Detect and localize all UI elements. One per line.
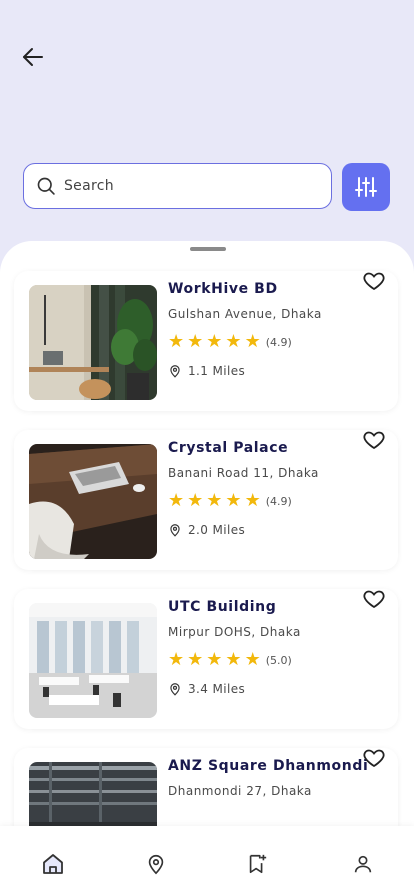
star-icon: ★ bbox=[187, 649, 204, 670]
star-icon: ★ bbox=[187, 490, 204, 511]
listing-address: Banani Road 11, Dhaka bbox=[168, 466, 319, 480]
listing-rating: ★ ★ ★ ★ ★ (5.0) bbox=[168, 651, 292, 669]
star-icon: ★ bbox=[187, 331, 204, 352]
heart-icon bbox=[363, 749, 385, 768]
listing-image bbox=[29, 444, 157, 559]
heart-icon bbox=[363, 590, 385, 609]
listing-image bbox=[29, 285, 157, 400]
search-input[interactable] bbox=[62, 177, 306, 195]
listing-name: UTC Building bbox=[168, 599, 277, 615]
listing-distance: 3.4 Miles bbox=[168, 681, 245, 697]
home-icon bbox=[43, 854, 63, 874]
star-icon: ★ bbox=[168, 649, 185, 670]
listing-name: WorkHive BD bbox=[168, 281, 278, 297]
star-icon: ★ bbox=[206, 649, 223, 670]
nav-home[interactable] bbox=[39, 850, 67, 878]
favorite-button[interactable] bbox=[362, 587, 388, 613]
listing-card[interactable]: UTC Building Mirpur DOHS, Dhaka ★ ★ ★ ★ … bbox=[14, 589, 398, 729]
listing-sheet: WorkHive BD Gulshan Avenue, Dhaka ★ ★ ★ … bbox=[0, 241, 414, 896]
listing-card[interactable]: Crystal Palace Banani Road 11, Dhaka ★ ★… bbox=[14, 430, 398, 570]
distance-text: 3.4 Miles bbox=[188, 682, 246, 696]
listing-image bbox=[29, 603, 157, 718]
map-pin-icon bbox=[170, 524, 180, 537]
favorite-button[interactable] bbox=[362, 269, 388, 295]
star-icon: ★ bbox=[244, 490, 261, 511]
star-icon: ★ bbox=[168, 490, 185, 511]
distance-text: 1.1 Miles bbox=[188, 364, 246, 378]
favorite-button[interactable] bbox=[362, 428, 388, 454]
map-pin-icon bbox=[170, 683, 180, 696]
star-icon: ★ bbox=[225, 490, 242, 511]
listing-distance: 2.0 Miles bbox=[168, 522, 245, 538]
heart-icon bbox=[363, 272, 385, 291]
rating-value: (5.0) bbox=[265, 653, 292, 667]
star-icon: ★ bbox=[225, 649, 242, 670]
bottom-navigation bbox=[0, 826, 414, 896]
search-field[interactable] bbox=[23, 163, 332, 209]
rating-value: (4.9) bbox=[265, 335, 292, 349]
search-icon bbox=[37, 177, 55, 195]
profile-icon bbox=[354, 855, 372, 873]
bookmark-add-icon bbox=[249, 854, 267, 874]
listing-address: Mirpur DOHS, Dhaka bbox=[168, 625, 301, 639]
star-icon: ★ bbox=[206, 490, 223, 511]
star-icon: ★ bbox=[244, 649, 261, 670]
listing-name: ANZ Square Dhanmondi bbox=[168, 758, 369, 774]
distance-text: 2.0 Miles bbox=[188, 523, 246, 537]
favorite-button[interactable] bbox=[362, 746, 388, 772]
nav-location[interactable] bbox=[142, 850, 170, 878]
nav-bookmarks[interactable] bbox=[243, 850, 271, 878]
listing-distance: 1.1 Miles bbox=[168, 363, 245, 379]
listing-rating: ★ ★ ★ ★ ★ (4.9) bbox=[168, 333, 292, 351]
map-pin-icon bbox=[170, 365, 180, 378]
star-icon: ★ bbox=[244, 331, 261, 352]
rating-value: (4.9) bbox=[265, 494, 292, 508]
filter-sliders-icon bbox=[355, 177, 377, 197]
listing-name: Crystal Palace bbox=[168, 440, 289, 456]
star-icon: ★ bbox=[225, 331, 242, 352]
filter-button[interactable] bbox=[342, 163, 390, 211]
listing-card[interactable]: WorkHive BD Gulshan Avenue, Dhaka ★ ★ ★ … bbox=[14, 271, 398, 411]
back-button[interactable] bbox=[18, 42, 48, 72]
star-icon: ★ bbox=[168, 331, 185, 352]
heart-icon bbox=[363, 431, 385, 450]
location-icon bbox=[148, 854, 164, 875]
star-icon: ★ bbox=[206, 331, 223, 352]
drag-handle[interactable] bbox=[190, 247, 226, 251]
listing-address: Gulshan Avenue, Dhaka bbox=[168, 307, 322, 321]
arrow-left-icon bbox=[23, 48, 43, 66]
listing-rating: ★ ★ ★ ★ ★ (4.9) bbox=[168, 492, 292, 510]
listing-address: Dhanmondi 27, Dhaka bbox=[168, 784, 312, 798]
nav-profile[interactable] bbox=[349, 850, 377, 878]
